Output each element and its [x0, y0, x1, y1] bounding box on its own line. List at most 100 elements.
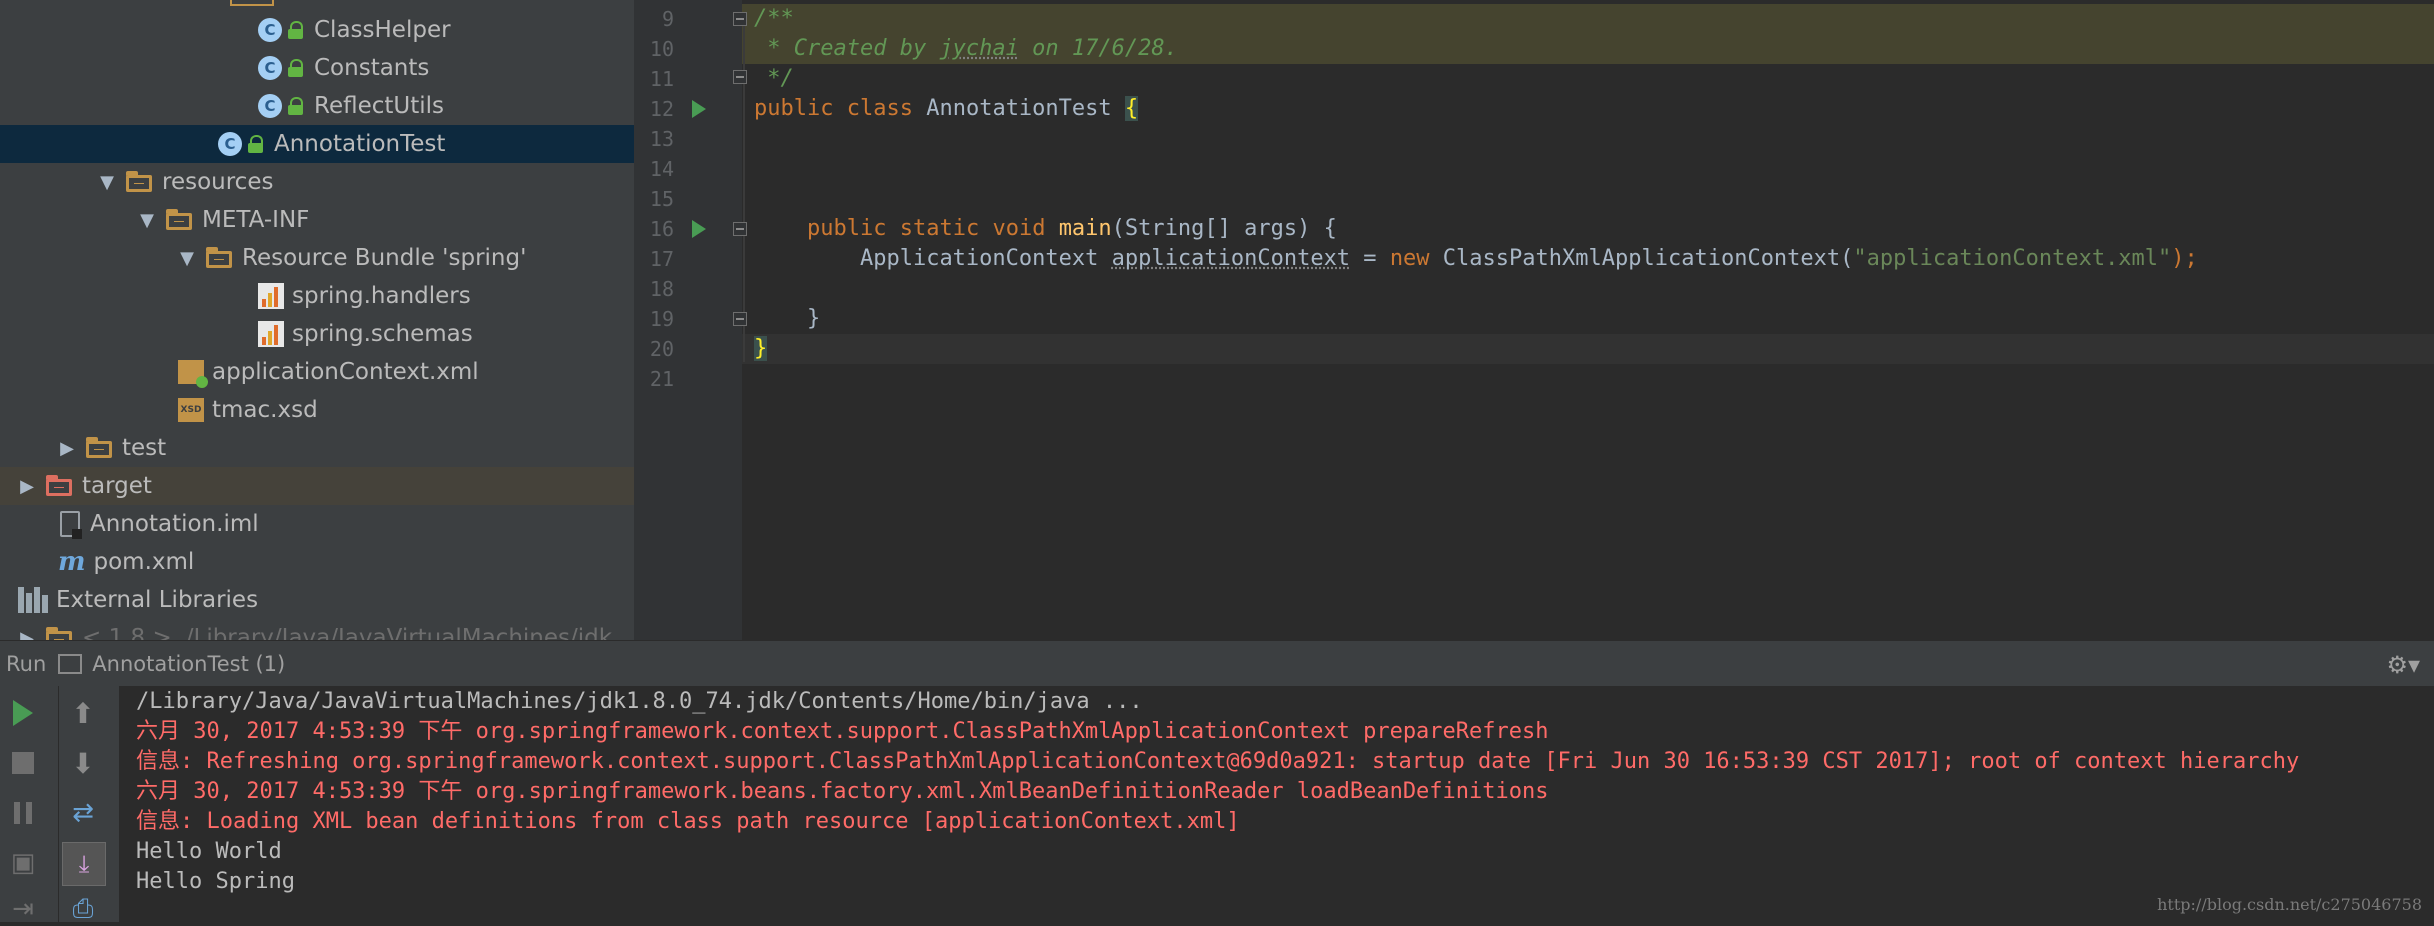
- console-line: 六月 30, 2017 4:53:39 下午 org.springframewo…: [136, 719, 1549, 744]
- code-line-11: */: [754, 66, 794, 91]
- camera-icon[interactable]: ▣: [6, 846, 40, 880]
- jdk-folder-icon: [46, 627, 74, 640]
- console-line: Hello World: [136, 839, 282, 864]
- lock-icon: [288, 21, 304, 39]
- class-icon: C: [218, 132, 242, 156]
- tree-item-pom-xml[interactable]: m pom.xml: [0, 543, 634, 581]
- chevron-right-icon[interactable]: ▶: [56, 437, 78, 459]
- libraries-icon: [18, 587, 48, 613]
- fold-toggle[interactable]: [733, 312, 747, 326]
- arrow-down-icon[interactable]: ⬇: [66, 746, 100, 780]
- code-line-16: public static void main(String[] args) {: [806, 216, 1337, 241]
- class-icon: C: [258, 18, 282, 42]
- properties-file-icon: [258, 283, 284, 309]
- indent-guide: [743, 14, 745, 362]
- line-number: 17: [649, 247, 674, 271]
- tree-item-classhelper[interactable]: C ClassHelper: [0, 11, 634, 49]
- console-line: 六月 30, 2017 4:53:39 下午 org.springframewo…: [136, 779, 1549, 804]
- folder-icon: [166, 209, 194, 231]
- chevron-down-icon[interactable]: ▼: [96, 171, 118, 193]
- rerun-icon[interactable]: [6, 696, 40, 730]
- soft-wrap-icon[interactable]: ⇄: [66, 796, 100, 830]
- tree-item-test[interactable]: ▶ test: [0, 429, 634, 467]
- iml-file-icon: [60, 511, 82, 539]
- run-tool-window-header: Run AnnotationTest (1) ⚙▾: [0, 640, 2434, 687]
- code-line-9: /**: [754, 6, 794, 31]
- console-line: /Library/Java/JavaVirtualMachines/jdk1.8…: [136, 689, 1143, 714]
- run-label: Run: [6, 652, 47, 676]
- code-line-12: public class AnnotationTest {: [754, 96, 1139, 121]
- console-edge: [118, 686, 119, 922]
- xsd-file-icon: XSD: [178, 398, 204, 422]
- chevron-right-icon[interactable]: ▶: [16, 627, 38, 641]
- bundle-icon: [206, 247, 234, 269]
- tree-item-applicationcontext-xml[interactable]: applicationContext.xml: [0, 353, 634, 391]
- tree-item-external-libraries[interactable]: External Libraries: [0, 581, 634, 619]
- line-number: 11: [649, 67, 674, 91]
- tree-item-constants[interactable]: C Constants: [0, 49, 634, 87]
- run-console[interactable]: /Library/Java/JavaVirtualMachines/jdk1.8…: [118, 686, 2434, 922]
- tree-item-meta-inf[interactable]: ▼ META-INF: [0, 201, 634, 239]
- arrow-up-icon[interactable]: ⬆: [66, 696, 100, 730]
- console-line: 信息: Refreshing org.springframework.conte…: [136, 749, 2300, 774]
- code-line-20: }: [754, 336, 768, 361]
- tree-item-reflectutils[interactable]: C ReflectUtils: [0, 87, 634, 125]
- chevron-down-icon[interactable]: ▼: [176, 247, 198, 269]
- run-toolbar: ▣ ⇥ ⬆ ⬇ ⇄ ⤓ ⎙: [0, 686, 118, 924]
- tree-item-jdk[interactable]: ▶ < 1.8 > /Library/Java/JavaVirtualMachi…: [0, 619, 634, 640]
- properties-file-icon: [258, 321, 284, 347]
- code-editor[interactable]: 9 10 11 12 13 14 15 16 17 18 19 20 21 /*…: [634, 0, 2434, 640]
- line-number: 19: [649, 307, 674, 331]
- run-config-icon: [58, 654, 83, 674]
- line-number: 18: [649, 277, 674, 301]
- current-line-highlight: [742, 334, 2434, 364]
- tree-item-annotationtest[interactable]: C AnnotationTest: [0, 125, 634, 163]
- tree-item-resources[interactable]: ▼ resources: [0, 163, 634, 201]
- fold-toggle[interactable]: [733, 12, 747, 26]
- gear-icon[interactable]: ⚙▾: [2386, 651, 2420, 679]
- tree-item-annotation-iml[interactable]: Annotation.iml: [0, 505, 634, 543]
- line-number: 14: [649, 157, 674, 181]
- code-line-10: * Created by jychai on 17/6/28.: [754, 36, 1178, 61]
- project-tree-panel: C ClassHelper C Constants C ReflectUtils…: [0, 0, 634, 640]
- tree-item-spring-handlers[interactable]: spring.handlers: [0, 277, 634, 315]
- tree-item-spring-schemas[interactable]: spring.schemas: [0, 315, 634, 353]
- lock-icon: [288, 97, 304, 115]
- partial-folder-icon: [230, 0, 274, 6]
- class-icon: C: [258, 56, 282, 80]
- tree-item-target[interactable]: ▶ target: [0, 467, 634, 505]
- spring-xml-icon: [178, 360, 208, 388]
- excluded-folder-icon: [46, 475, 74, 497]
- lock-icon: [288, 59, 304, 77]
- fold-toggle[interactable]: [733, 222, 747, 236]
- exit-icon[interactable]: ⇥: [6, 892, 40, 926]
- stop-icon[interactable]: [6, 746, 40, 780]
- tree-item-resource-bundle[interactable]: ▼ Resource Bundle 'spring': [0, 239, 634, 277]
- line-number: 15: [649, 187, 674, 211]
- console-line: Hello Spring: [136, 869, 295, 894]
- run-class-icon[interactable]: [692, 100, 706, 118]
- watermark: http://blog.csdn.net/c275046758: [2157, 895, 2422, 914]
- line-number: 20: [649, 337, 674, 361]
- line-number: 10: [649, 37, 674, 61]
- line-number: 16: [649, 217, 674, 241]
- code-line-19: }: [806, 306, 821, 331]
- console-line: 信息: Loading XML bean definitions from cl…: [136, 809, 1240, 834]
- toolbar-divider: [58, 686, 59, 922]
- print-icon[interactable]: ⎙: [66, 892, 100, 926]
- run-config-tab[interactable]: AnnotationTest (1): [92, 652, 285, 676]
- maven-icon: m: [58, 547, 86, 577]
- line-number: 12: [649, 97, 674, 121]
- folder-icon: [86, 437, 114, 459]
- pause-icon[interactable]: [6, 796, 40, 830]
- code-line-17: ApplicationContext applicationContext = …: [859, 246, 2198, 271]
- class-icon: C: [258, 94, 282, 118]
- chevron-down-icon[interactable]: ▼: [136, 209, 158, 231]
- fold-toggle[interactable]: [733, 70, 747, 84]
- run-main-icon[interactable]: [692, 220, 706, 238]
- resources-folder-icon: [126, 171, 154, 193]
- chevron-right-icon[interactable]: ▶: [16, 475, 38, 497]
- scroll-to-end-icon[interactable]: ⤓: [62, 842, 106, 886]
- tree-item-tmac-xsd[interactable]: XSD tmac.xsd: [0, 391, 634, 429]
- line-number: 9: [661, 7, 674, 31]
